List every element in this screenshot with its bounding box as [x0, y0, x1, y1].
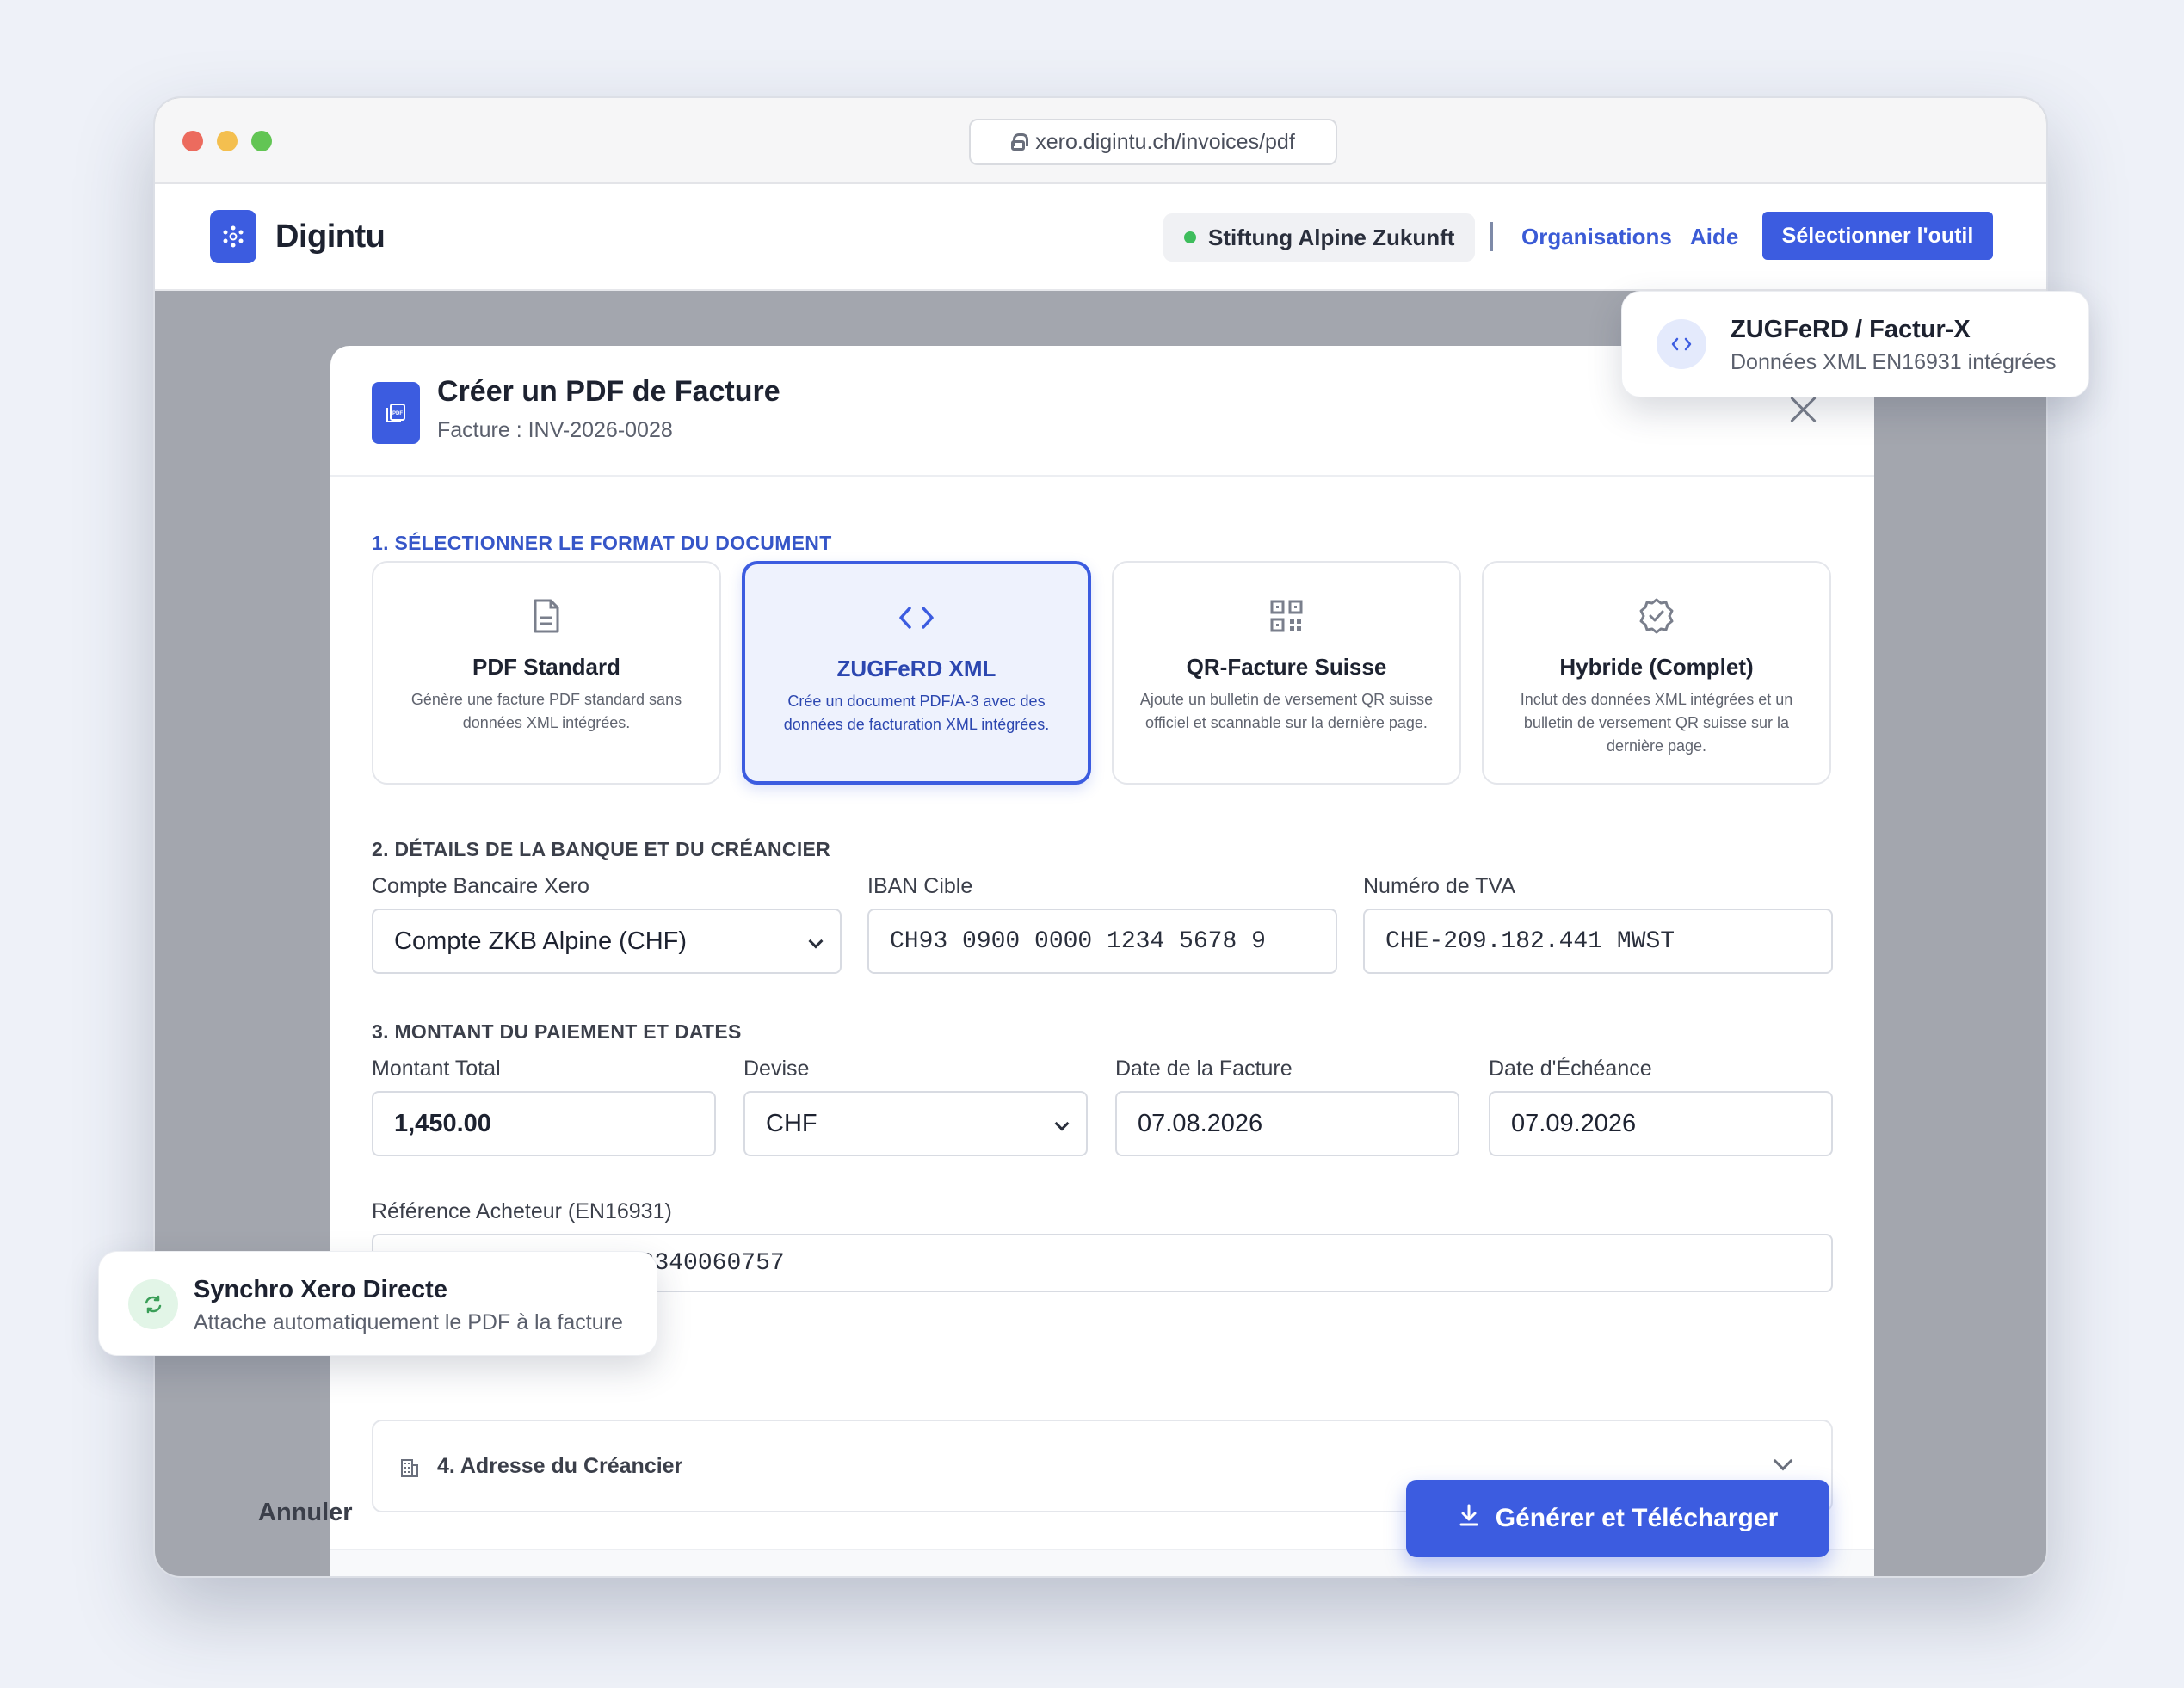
brand-logo-icon[interactable]: [210, 210, 256, 263]
buyer-reference-label: Référence Acheteur (EN16931): [372, 1199, 672, 1223]
code-icon: [1657, 319, 1706, 369]
format-card-title: PDF Standard: [472, 654, 620, 680]
toast-title: Synchro Xero Directe: [194, 1276, 447, 1303]
url-text: xero.digintu.ch/invoices/pdf: [1035, 129, 1295, 154]
format-card-description: Génère une facture PDF standard sans don…: [410, 691, 682, 731]
format-card-title: QR-Facture Suisse: [1186, 654, 1387, 680]
download-icon: [1458, 1503, 1480, 1534]
document-icon: [527, 597, 565, 635]
due-date-value: 07.09.2026: [1511, 1109, 1637, 1137]
organization-selector[interactable]: Stiftung Alpine Zukunft: [1163, 213, 1476, 262]
close-window-button[interactable]: [182, 131, 203, 151]
building-icon: [399, 1457, 420, 1478]
format-card-zugferd[interactable]: ZUGFeRD XML Crée un document PDF/A-3 ave…: [742, 561, 1091, 785]
brand-name: Digintu: [275, 219, 386, 255]
maximize-window-button[interactable]: [251, 131, 272, 151]
amount-value: 1,450.00: [394, 1109, 491, 1137]
modal-header-divider: [330, 475, 1874, 477]
vat-input[interactable]: CHE-209.182.441 MWST: [1363, 909, 1833, 974]
format-card-description: Crée un document PDF/A-3 avec des donnée…: [783, 693, 1050, 733]
header-divider: [1490, 222, 1493, 251]
chevron-down-icon: [1054, 1116, 1070, 1131]
select-tool-button[interactable]: Sélectionner l'outil: [1762, 212, 1993, 260]
bank-account-value: Compte ZKB Alpine (CHF): [394, 927, 688, 955]
invoice-number: Facture : INV-2026-0028: [437, 418, 673, 442]
section-format-title: 1. SÉLECTIONNER LE FORMAT DU DOCUMENT: [372, 532, 832, 554]
currency-label: Devise: [743, 1057, 810, 1081]
invoice-date-value: 07.08.2026: [1138, 1109, 1263, 1137]
toast-title: ZUGFeRD / Factur-X: [1731, 316, 1971, 343]
app-header: Digintu Stiftung Alpine Zukunft Organisa…: [155, 184, 2046, 291]
minimize-window-button[interactable]: [217, 131, 238, 151]
section-bank-title: 2. DÉTAILS DE LA BANQUE ET DU CRÉANCIER: [372, 838, 831, 860]
xero-sync-toast: Synchro Xero Directe Attache automatique…: [98, 1251, 657, 1356]
bank-account-label: Compte Bancaire Xero: [372, 874, 589, 898]
vat-value: CHE-209.182.441 MWST: [1385, 927, 1675, 955]
format-card-hybrid[interactable]: Hybride (Complet) Inclut des données XML…: [1482, 561, 1831, 785]
lock-icon: [1011, 133, 1029, 151]
currency-select[interactable]: CHF: [743, 1091, 1088, 1156]
iban-label: IBAN Cible: [867, 874, 973, 898]
format-card-standard-pdf[interactable]: PDF Standard Génère une facture PDF stan…: [372, 561, 721, 785]
organization-name: Stiftung Alpine Zukunft: [1208, 224, 1455, 250]
close-icon[interactable]: [1788, 394, 1819, 425]
toast-subtitle: Données XML EN16931 intégrées: [1731, 350, 2057, 374]
currency-value: CHF: [766, 1109, 817, 1137]
amount-input[interactable]: 1,450.00: [372, 1091, 716, 1156]
svg-text:PDF: PDF: [392, 411, 403, 416]
toast-subtitle: Attache automatiquement le PDF à la fact…: [194, 1310, 623, 1334]
format-card-qr-invoice[interactable]: QR-Facture Suisse Ajoute un bulletin de …: [1112, 561, 1461, 785]
cancel-button[interactable]: Annuler: [258, 1499, 353, 1527]
format-card-description: Inclut des données XML intégrées et un b…: [1520, 691, 1793, 755]
generate-download-button[interactable]: Générer et Télécharger: [1406, 1480, 1829, 1557]
qr-code-icon: [1268, 597, 1305, 635]
section-amount-title: 3. MONTANT DU PAIEMENT ET DATES: [372, 1020, 742, 1043]
help-link[interactable]: Aide: [1690, 224, 1738, 250]
generate-download-label: Générer et Télécharger: [1495, 1504, 1779, 1532]
sync-icon: [128, 1279, 178, 1329]
badge-check-icon: [1638, 597, 1675, 635]
modal-title: Créer un PDF de Facture: [437, 375, 780, 408]
invoice-date-input[interactable]: 07.08.2026: [1115, 1091, 1459, 1156]
due-date-input[interactable]: 07.09.2026: [1489, 1091, 1833, 1156]
chevron-down-icon: [1773, 1451, 1793, 1471]
code-icon: [898, 599, 935, 637]
format-card-title: ZUGFeRD XML: [836, 656, 996, 681]
vat-label: Numéro de TVA: [1363, 874, 1515, 898]
format-card-title: Hybride (Complet): [1559, 654, 1754, 680]
status-online-icon: [1184, 231, 1196, 243]
invoice-date-label: Date de la Facture: [1115, 1057, 1293, 1081]
chevron-down-icon: [808, 933, 824, 949]
create-pdf-modal: PDF Créer un PDF de Facture Facture : IN…: [330, 346, 1874, 1576]
iban-input[interactable]: CH93 0900 0000 1234 5678 9: [867, 909, 1337, 974]
format-card-description: Ajoute un bulletin de versement QR suiss…: [1139, 691, 1434, 731]
creditor-address-label: 4. Adresse du Créancier: [437, 1454, 683, 1478]
due-date-label: Date d'Échéance: [1489, 1057, 1652, 1081]
pdf-file-icon: PDF: [372, 382, 420, 444]
browser-titlebar: xero.digintu.ch/invoices/pdf: [155, 98, 2046, 184]
iban-value: CH93 0900 0000 1234 5678 9: [890, 927, 1266, 955]
address-bar[interactable]: xero.digintu.ch/invoices/pdf: [969, 119, 1337, 165]
zugferd-info-toast: ZUGFeRD / Factur-X Données XML EN16931 i…: [1621, 291, 2089, 397]
organisations-link[interactable]: Organisations: [1521, 224, 1672, 250]
amount-label: Montant Total: [372, 1057, 501, 1081]
bank-account-select[interactable]: Compte ZKB Alpine (CHF): [372, 909, 842, 974]
